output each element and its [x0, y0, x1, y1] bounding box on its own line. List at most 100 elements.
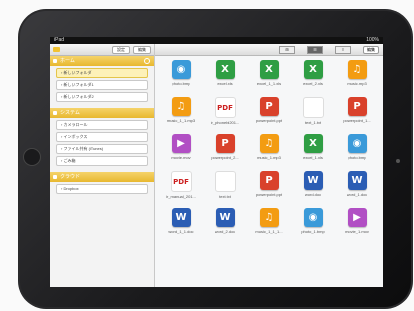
file-name: powerpoint.ppt: [255, 192, 283, 197]
file-item[interactable]: Wword_1_1.doc: [159, 208, 203, 245]
file-name: word_1.doc: [346, 192, 368, 197]
music-file-icon: ♫: [347, 60, 367, 79]
file-item[interactable]: PDF ir_manual_201...: [159, 171, 203, 208]
file-name: ir_manual_201...: [166, 194, 196, 199]
ppt-file-icon: P: [347, 97, 367, 116]
section-system-label: システム: [60, 110, 80, 116]
music-file-icon: ♫: [171, 97, 191, 116]
file-item[interactable]: Wword_2.doc: [203, 208, 247, 245]
file-item[interactable]: ▶ movie.mov: [159, 134, 203, 171]
file-item[interactable]: ♫ music_1.mp3: [247, 134, 291, 171]
file-name: excel.xls: [217, 81, 233, 86]
file-name: movie_1.mov: [345, 229, 369, 234]
excel-file-icon: X: [259, 60, 279, 79]
movie-file-icon: ▶: [347, 208, 367, 227]
sidebar-item-folder1[interactable]: › 新しいフォルダ1: [56, 80, 148, 90]
home-button[interactable]: [23, 148, 41, 166]
section-home-label: ホーム: [60, 58, 75, 64]
sidebar-item-folder2[interactable]: › 新しいフォルダ2: [56, 92, 148, 102]
file-name: excel_2.xls: [303, 81, 323, 86]
file-item[interactable]: Ppowerpoint_2...: [203, 134, 247, 171]
file-item[interactable]: Wword_1.doc: [335, 171, 379, 208]
file-item[interactable]: text_1.txt: [291, 97, 335, 134]
word-file-icon: W: [303, 171, 323, 190]
excel-file-icon: X: [303, 60, 323, 79]
section-home[interactable]: ホーム: [50, 56, 154, 66]
file-name: music_1_1_1...: [255, 229, 283, 234]
file-name: photo.bmp: [347, 155, 367, 160]
sidebar-item-folder[interactable]: › 新しいフォルダ: [56, 68, 148, 78]
view-detail-button[interactable]: ≡: [335, 46, 351, 54]
sidebar-item-trash[interactable]: › ごみ箱: [56, 156, 148, 166]
section-cloud[interactable]: クラウド: [50, 172, 154, 182]
file-name: music.mp3: [347, 81, 367, 86]
camera-dot: [396, 159, 400, 163]
file-name: powerpoint_2...: [211, 155, 239, 160]
pdf-file-icon: PDF: [170, 171, 192, 192]
file-item[interactable]: Wword.doc: [291, 171, 335, 208]
file-item[interactable]: Ppowerpoint.ppt: [247, 171, 291, 208]
word-file-icon: W: [215, 208, 235, 227]
file-item[interactable]: ◉ photo.bmp: [159, 60, 203, 97]
file-item[interactable]: Xexcel_1_1.xls: [247, 60, 291, 97]
file-item[interactable]: ♫ music.mp3: [335, 60, 379, 97]
music-file-icon: ♫: [259, 208, 279, 227]
file-name: photo.bmp: [171, 81, 191, 86]
file-item[interactable]: ♫ music_1_1.mp3: [159, 97, 203, 134]
photo-file-icon: ◉: [347, 134, 367, 153]
battery-label: 100%: [366, 37, 379, 43]
file-item[interactable]: ◉ photo.bmp: [335, 134, 379, 171]
file-item[interactable]: ◉ photo_1.bmp: [291, 208, 335, 245]
sidebar-item-camera-roll[interactable]: › カメラロール: [56, 120, 148, 130]
file-browser: ⊞ ☰ ≡ 編集 ◉ photo.bmp Xexcel.xls Xexcel_1_1.…: [155, 44, 383, 287]
file-item[interactable]: ▶ movie_1.mov: [335, 208, 379, 245]
status-bar: iPad 100%: [50, 37, 383, 44]
excel-file-icon: X: [303, 134, 323, 153]
file-name: text_1.txt: [304, 120, 322, 125]
edit-button[interactable]: 編集: [363, 46, 379, 54]
file-item[interactable]: text.txt: [203, 171, 247, 208]
search-icon[interactable]: [144, 58, 150, 64]
pdf-file-icon: PDF: [214, 97, 236, 118]
file-name: word_1_1.doc: [168, 229, 194, 234]
file-item[interactable]: Xexcel_1.xls: [291, 134, 335, 171]
file-item[interactable]: PDF ir_phonebi201...: [203, 97, 247, 134]
sidebar: 設定 編集 ホーム › 新しいフォルダ › 新しいフォルダ1 › 新しいフォルダ…: [50, 44, 155, 287]
sidebar-item-dropbox[interactable]: › Dropbox: [56, 184, 148, 194]
settings-button[interactable]: 設定: [112, 45, 130, 54]
screen: iPad 100% 設定 編集 ホーム › 新しいフォルダ › 新しいフォルダ1…: [50, 37, 383, 287]
section-system[interactable]: システム: [50, 108, 154, 118]
home-icon: [53, 59, 57, 63]
system-icon: [53, 111, 57, 115]
file-name: photo_1.bmp: [301, 229, 325, 234]
file-item[interactable]: Xexcel_2.xls: [291, 60, 335, 97]
folder-icon[interactable]: [53, 47, 60, 52]
txt-file-icon: [302, 97, 324, 118]
view-grid-button[interactable]: ⊞: [279, 46, 295, 54]
main-toolbar: ⊞ ☰ ≡ 編集: [155, 44, 383, 56]
txt-file-icon: [214, 171, 236, 192]
file-name: word_2.doc: [214, 229, 236, 234]
sidebar-toolbar: 設定 編集: [50, 44, 154, 56]
ppt-file-icon: P: [259, 171, 279, 190]
carrier-label: iPad: [54, 37, 65, 43]
movie-file-icon: ▶: [171, 134, 191, 153]
file-name: ir_phonebi201...: [210, 120, 240, 125]
sidebar-edit-button[interactable]: 編集: [133, 45, 151, 54]
file-name: powerpoint.ppt: [255, 118, 283, 123]
photo-file-icon: ◉: [171, 60, 191, 79]
file-name: text.txt: [219, 194, 231, 199]
music-file-icon: ♫: [259, 134, 279, 153]
excel-file-icon: X: [215, 60, 235, 79]
ppt-file-icon: P: [259, 97, 279, 116]
file-item[interactable]: Ppowerpoint.ppt: [247, 97, 291, 134]
view-list-button[interactable]: ☰: [307, 46, 323, 54]
file-item[interactable]: ♫ music_1_1_1...: [247, 208, 291, 245]
word-file-icon: W: [171, 208, 191, 227]
section-cloud-label: クラウド: [60, 174, 81, 180]
sidebar-item-inbox[interactable]: › インボックス: [56, 132, 148, 142]
file-item[interactable]: Xexcel.xls: [203, 60, 247, 97]
file-item[interactable]: Ppowerpoint_1...: [335, 97, 379, 134]
sidebar-item-itunes-share[interactable]: › ファイル共有 (iTunes): [56, 144, 148, 154]
file-name: movie.mov: [171, 155, 191, 160]
